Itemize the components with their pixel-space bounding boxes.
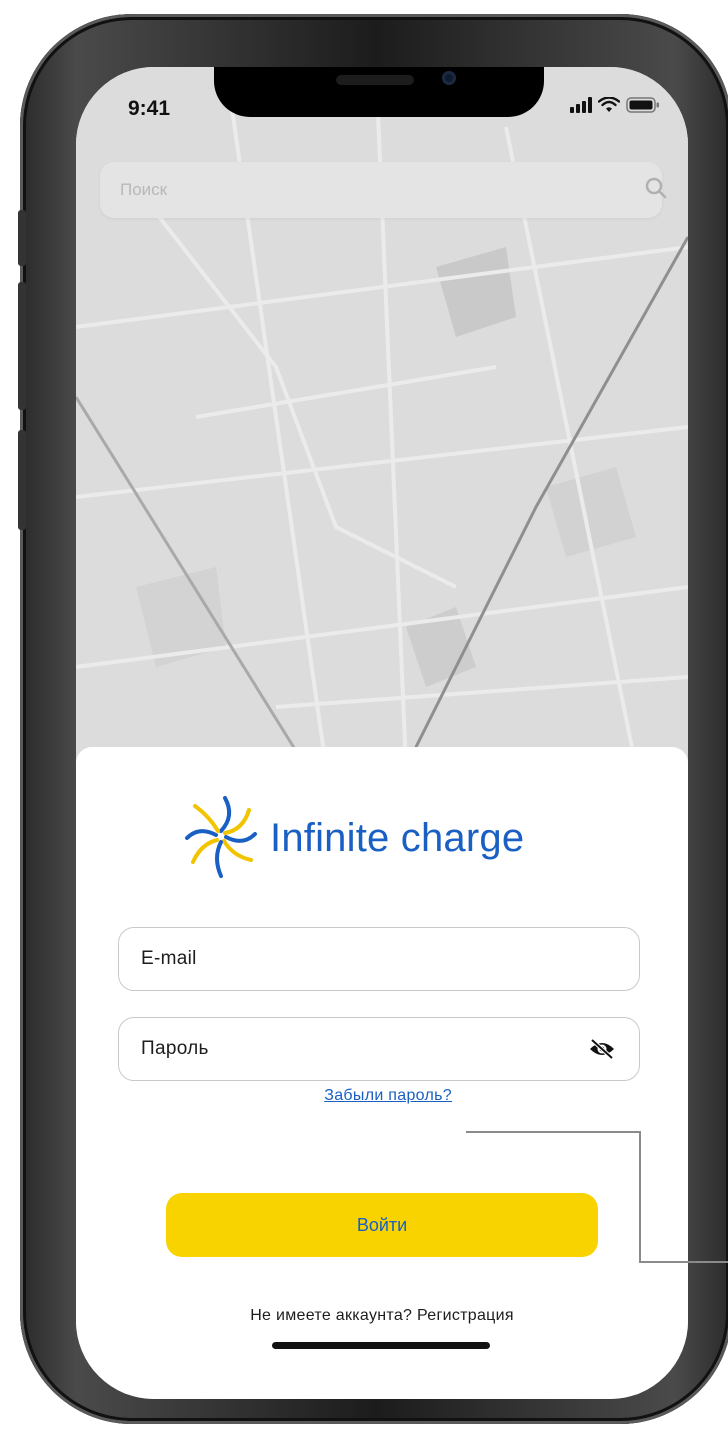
front-camera: [442, 71, 456, 85]
mute-switch: [18, 210, 26, 266]
map-background: Поиск: [76, 67, 688, 767]
login-sheet: Infinite charge E-mail Пароль Забыли пар…: [76, 747, 688, 1399]
logo-swirl-icon: [184, 793, 258, 884]
battery-icon: [626, 97, 660, 118]
search-placeholder: Поиск: [120, 180, 168, 199]
phone-screen: Поиск 9:41 Infinite charge E-mail Пароль…: [76, 67, 688, 1399]
volume-down-button: [18, 430, 26, 530]
signal-icon: [570, 97, 592, 118]
brand-name: Infinite charge: [270, 816, 525, 860]
brand-logo: Infinite charge: [184, 793, 524, 884]
search-bar[interactable]: Поиск: [100, 162, 667, 218]
wifi-icon: [597, 96, 621, 118]
home-indicator: [272, 1342, 490, 1349]
status-time: 9:41: [128, 97, 171, 120]
password-field-label: Пароль: [141, 1038, 209, 1059]
eye-slash-icon[interactable]: [589, 1038, 615, 1065]
volume-up-button: [18, 282, 26, 410]
login-button[interactable]: Войти: [166, 1193, 598, 1257]
forgot-password-link[interactable]: Забыли пароль?: [76, 1087, 452, 1105]
password-field[interactable]: Пароль: [118, 1017, 640, 1081]
email-field[interactable]: E-mail: [118, 927, 640, 991]
status-icons: [570, 96, 660, 118]
notch: [214, 67, 544, 117]
speaker-grille: [336, 75, 414, 85]
register-prompt[interactable]: Не имеете аккаунта? Регистрация: [76, 1307, 688, 1325]
email-field-label: E-mail: [141, 948, 197, 969]
